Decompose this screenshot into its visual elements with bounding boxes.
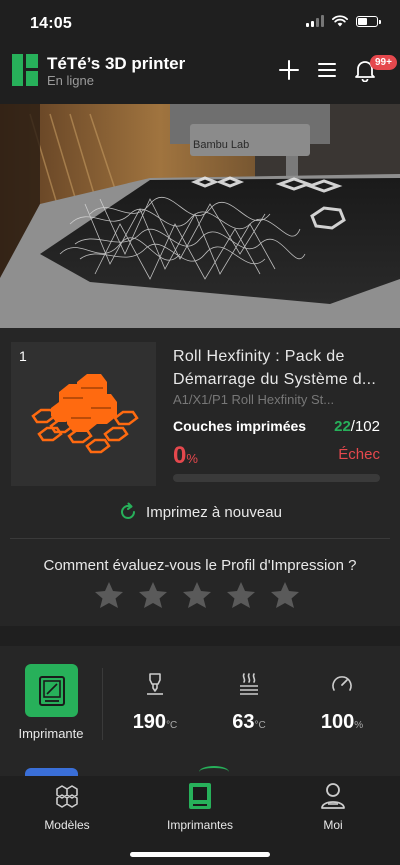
job-title[interactable]: Roll Hexfinity : Pack de Démarrage du Sy… [173,345,385,391]
star-icon[interactable] [226,581,256,609]
job-status: Échec [338,446,380,463]
tab-models-label: Modèles [44,818,90,832]
wifi-icon [332,15,348,27]
layers-current: 22 [334,418,351,435]
battery-icon [356,15,381,27]
speedometer-icon [332,676,352,691]
bed-temp-unit: °C [254,720,266,731]
star-icon[interactable] [270,581,300,609]
divider [10,538,390,539]
divider [102,668,103,740]
printer-status: En ligne [47,73,94,88]
job-subtitle: A1/X1/P1 Roll Hexfinity St... [173,392,335,407]
tab-me[interactable]: Moi [283,782,383,832]
bed-temp[interactable]: 63°C [209,672,289,734]
tab-me-label: Moi [323,818,343,832]
speed-unit: % [354,720,364,731]
model-preview-image [31,374,139,454]
control-panel: Imprimante 190°C 63°C 100% [0,646,400,776]
cellular-signal-icon [306,15,324,27]
app-header: TéTé’s 3D printer En ligne 99+ [0,44,400,104]
progress-percent-number: 0 [173,442,187,469]
logo-icon [12,54,38,86]
partial-arc-icon [199,766,229,778]
tab-printers[interactable]: Imprimantes [150,782,250,832]
printer-control-button[interactable] [25,664,78,717]
profile-icon [321,783,345,809]
printer-icon [189,783,211,809]
menu-button[interactable] [313,56,341,84]
rating-stars [94,581,300,609]
progress-bar [173,474,380,482]
menu-icon [318,63,336,77]
star-icon[interactable] [182,581,212,609]
camera-brand-label: Bambu Lab [193,139,249,151]
heatbed-icon [240,673,258,695]
printer-title[interactable]: TéTé’s 3D printer [47,54,185,74]
tab-models[interactable]: Modèles [17,782,117,832]
nozzle-temp-unit: °C [166,720,178,731]
progress-percent: 0% [173,442,198,470]
partial-control-button[interactable] [25,768,78,776]
layers-total: /102 [350,418,380,435]
status-icons [306,15,381,27]
progress-percent-unit: % [186,451,198,466]
nozzle-temp[interactable]: 190°C [115,672,195,734]
star-icon[interactable] [94,581,124,609]
printer-file-icon [38,675,65,706]
status-time: 14:05 [30,15,72,32]
add-button[interactable] [275,56,303,84]
layers-label: Couches imprimées [173,418,307,434]
job-index: 1 [19,348,27,364]
speed[interactable]: 100% [302,672,382,734]
refresh-icon [121,502,136,519]
notification-badge: 99+ [370,55,397,70]
bed-temp-value: 63 [232,711,255,733]
add-icon [279,60,299,80]
layers-value: 22/102 [334,418,380,435]
rating-question: Comment évaluez-vous le Profil d'Impress… [43,557,357,574]
status-bar: 14:05 [0,0,400,44]
nozzle-icon [147,673,163,695]
home-indicator [130,852,270,857]
tab-printers-label: Imprimantes [166,818,234,832]
nozzle-temp-value: 190 [132,711,167,733]
camera-image: Bambu Lab [0,104,400,328]
speed-value: 100 [320,711,355,733]
reprint-label: Imprimez à nouveau [146,503,282,521]
models-icon [56,785,78,808]
reprint-button[interactable]: Imprimez à nouveau [0,502,400,522]
star-icon[interactable] [138,581,168,609]
camera-feed[interactable]: Bambu Lab [0,104,400,328]
printer-control-label: Imprimante [18,726,84,741]
job-thumbnail[interactable]: 1 [11,342,156,486]
print-job-card: 1 Roll Hexfinity : Pack de Démarrage du … [0,328,400,626]
